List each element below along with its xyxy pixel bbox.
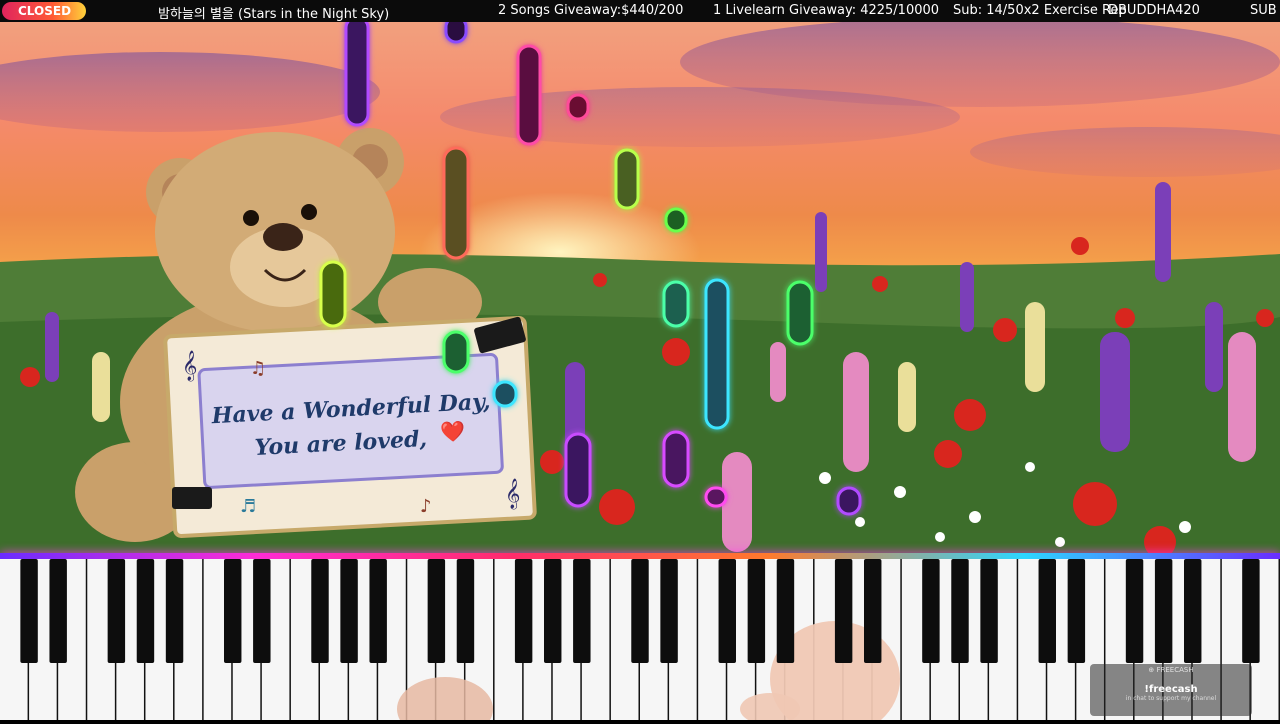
black-key [1184,559,1202,663]
falling-note [492,380,518,408]
music-note-icon: ♬ [240,496,256,517]
treble-clef-icon: 𝄞 [505,478,520,510]
falling-note [564,432,592,508]
black-key [718,559,736,663]
grand-piano-icon [172,487,212,509]
black-key [136,559,155,663]
black-key [776,559,795,663]
heart-icon: ❤️ [440,419,466,444]
black-key [573,559,591,663]
black-key [660,559,678,663]
streamer-username: DBUDDHA420 [1108,3,1200,18]
falling-note [662,280,690,328]
black-key [49,559,67,663]
wonderful-day-sign: Have a Wonderful Day, You are loved, ❤️ … [163,316,537,538]
black-key [1154,559,1173,663]
black-key [427,559,446,663]
falling-note [566,93,590,121]
freecash-widget[interactable]: ⊕ FREECASH !freecash in chat to support … [1090,664,1252,716]
sub-goal-counter: Sub: 14/50x2 Exercise Rep [953,3,1127,18]
falling-note [664,207,688,233]
video-scene: Have a Wonderful Day, You are loved, ❤️ … [0,22,1280,558]
falling-note [516,44,542,146]
status-badge: CLOSED [2,2,86,20]
black-key [1242,559,1260,663]
livelearn-giveaway-counter: 1 Livelearn Giveaway: 4225/10000 [713,3,940,18]
black-key [107,559,126,663]
sub-label: SUB [1250,3,1277,18]
black-key [456,559,475,663]
falling-note [442,330,470,374]
falling-note [344,22,370,127]
falling-note [704,278,730,430]
piano-keyboard [0,559,1280,724]
black-key [369,559,387,663]
black-key [922,559,940,663]
freecash-caption: in chat to support my channel [1125,695,1217,702]
black-key [980,559,998,663]
scene-illustration: Have a Wonderful Day, You are loved, ❤️ … [0,22,1280,558]
black-key [20,559,38,663]
falling-note [786,280,814,346]
songs-giveaway-counter: 2 Songs Giveaway:$440/200 [498,3,684,18]
freecash-brand: ⊕ FREECASH [1148,666,1194,674]
black-key [224,559,242,663]
black-key [1067,559,1086,663]
song-title: 밤하늘의 별을 (Stars in the Night Sky) [158,7,390,22]
freecash-command: !freecash [1144,684,1198,695]
falling-note [444,22,468,44]
black-key [165,559,184,663]
falling-note [662,430,690,488]
black-key [544,559,562,663]
black-key [253,559,271,663]
falling-note [704,486,728,508]
black-key [311,559,329,663]
black-key [951,559,969,663]
falling-note [836,486,862,516]
treble-clef-icon: 𝄞 [182,350,197,382]
black-key [747,559,766,663]
black-key [1038,559,1056,663]
black-key [834,559,853,663]
falling-note [319,260,347,328]
piano-keys [0,559,1279,724]
stream-info-bar: CLOSED 밤하늘의 별을 (Stars in the Night Sky) … [0,0,1280,22]
black-key [340,559,358,663]
black-key [631,559,649,663]
music-note-icon: ♫ [250,358,266,379]
black-key [514,559,533,663]
falling-note [614,148,640,210]
black-key [864,559,882,663]
falling-note [442,146,470,260]
black-key [1125,559,1144,663]
music-note-icon: ♪ [420,496,432,517]
